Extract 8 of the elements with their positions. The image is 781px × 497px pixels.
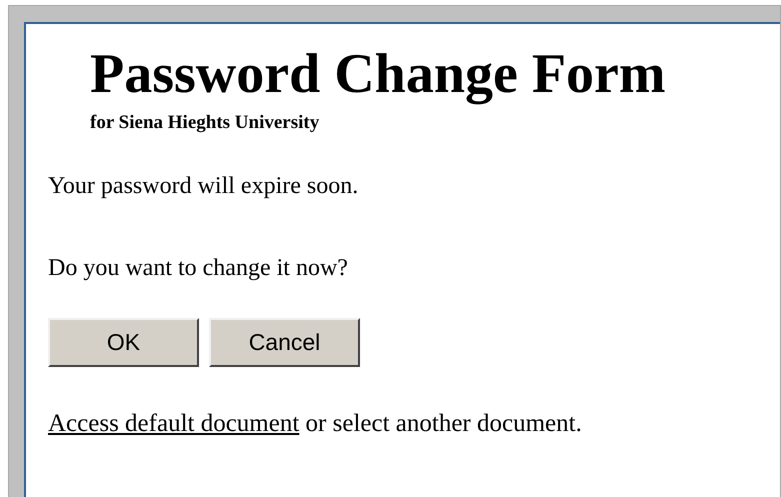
cancel-button[interactable]: Cancel [209, 318, 360, 367]
message-text: Your password will expire soon. [48, 172, 360, 200]
message-text: Do you want to change it now? [48, 254, 349, 282]
document-options-text: Access default document or select another document. [48, 409, 583, 439]
ok-button[interactable]: OK [48, 318, 199, 367]
form-title: Password Change Form [90, 42, 667, 106]
default-document-link[interactable]: Access default document [48, 410, 300, 437]
form-subtitle: for Siena Hieghts University [90, 112, 320, 134]
